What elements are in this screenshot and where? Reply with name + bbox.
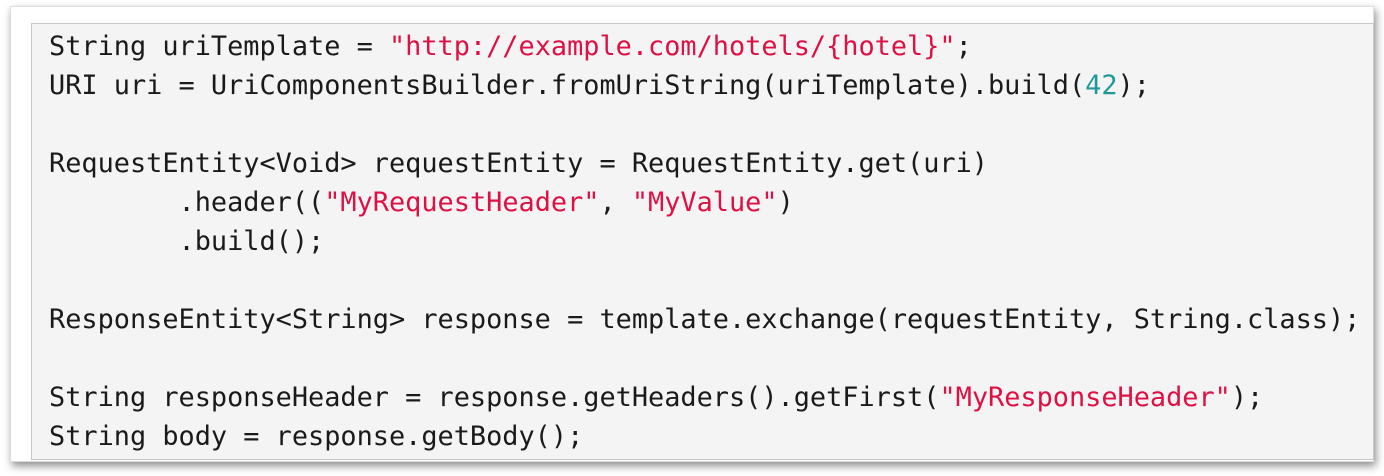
code-line: URI uri = UriComponentsBuilder.fromUriSt…	[49, 66, 1373, 105]
code-token: )	[777, 187, 794, 218]
code-token: .header((	[49, 187, 325, 218]
code-line: .header(("MyRequestHeader", "MyValue")	[49, 183, 1373, 222]
code-line: String body = response.getBody();	[49, 417, 1373, 456]
code-token: ,	[599, 187, 632, 218]
code-token: );	[1230, 382, 1264, 413]
code-block: String uriTemplate = "http://example.com…	[31, 23, 1374, 460]
code-token: String uriTemplate =	[49, 31, 389, 62]
code-line: .build();	[49, 222, 1373, 261]
code-line: String uriTemplate = "http://example.com…	[49, 27, 1373, 66]
string-literal: "MyRequestHeader"	[324, 187, 600, 218]
code-token: String body = response.getBody();	[49, 421, 584, 452]
string-literal: "http://example.com/hotels/{hotel}"	[388, 31, 956, 62]
code-token: );	[1117, 70, 1150, 101]
code-token: .build();	[49, 226, 325, 257]
code-line: String responseHeader = response.getHead…	[49, 378, 1373, 417]
code-token: ;	[955, 31, 972, 62]
code-card: String uriTemplate = "http://example.com…	[10, 6, 1374, 462]
code-token: RequestEntity<Void> requestEntity = Requ…	[49, 148, 988, 179]
string-literal: "MyValue"	[631, 187, 778, 218]
code-token: URI uri = UriComponentsBuilder.fromUriSt…	[49, 70, 1086, 101]
code-line: ResponseEntity<String> response = templa…	[49, 300, 1373, 339]
code-token: ResponseEntity<String> response = templa…	[49, 304, 1361, 335]
code-line: RequestEntity<Void> requestEntity = Requ…	[49, 144, 1373, 183]
number-literal: 42	[1085, 70, 1118, 101]
code-token: String responseHeader = response.getHead…	[49, 382, 940, 413]
string-literal: "MyResponseHeader"	[939, 382, 1231, 413]
